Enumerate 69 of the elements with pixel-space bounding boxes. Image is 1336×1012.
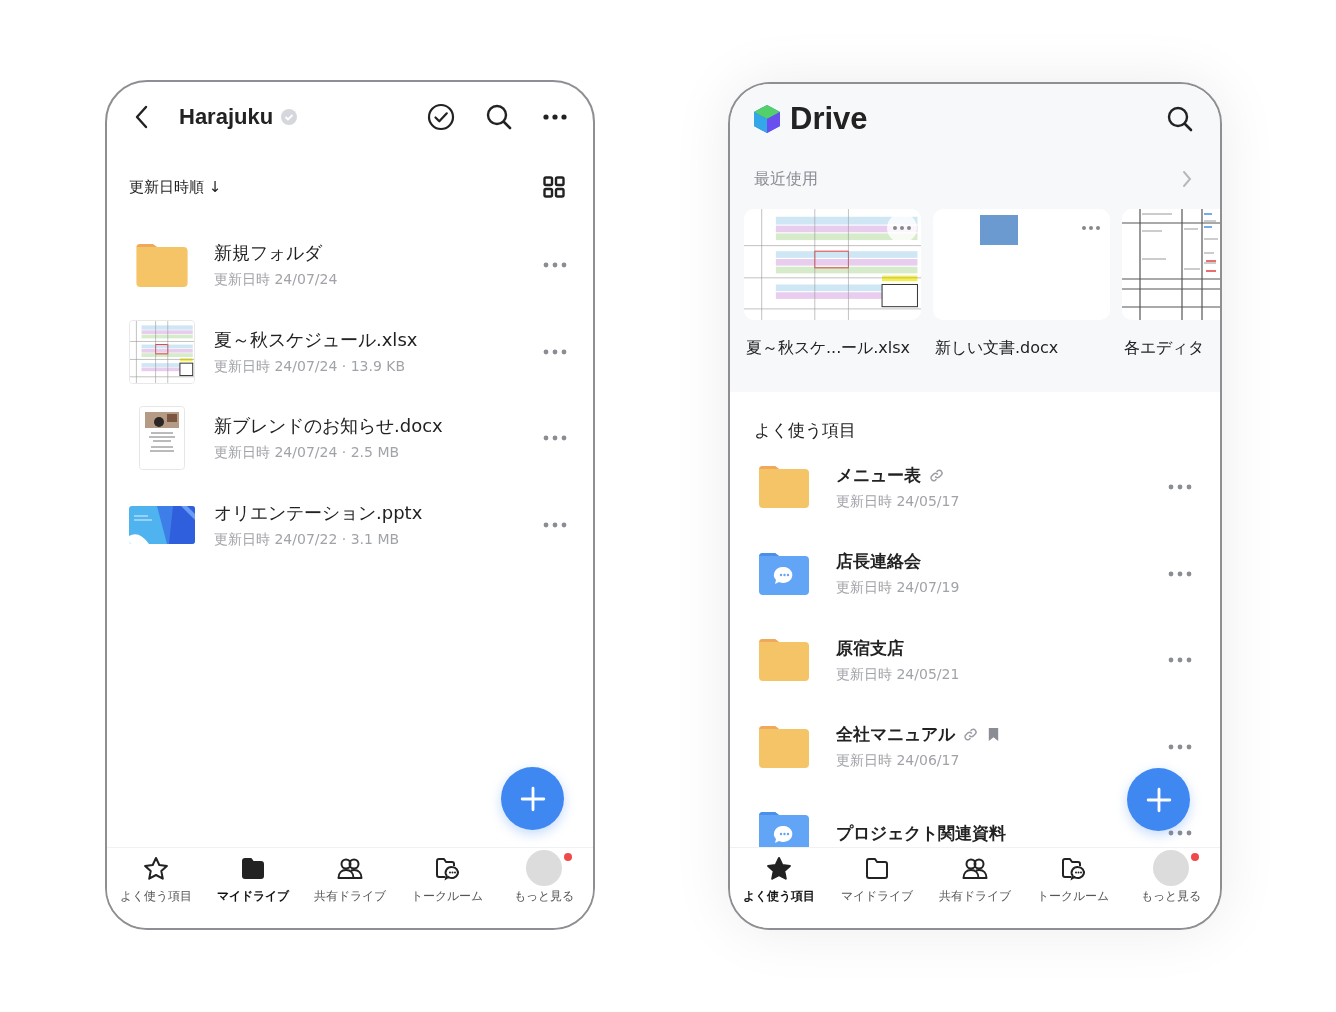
tab[interactable]: マイドライブ (204, 848, 302, 928)
section-heading: よく使う項目 (753, 419, 857, 442)
folder-name[interactable]: 店長連絡会 (836, 550, 921, 574)
folder-meta: 更新日時 24/05/17 (836, 492, 961, 511)
file-meta: 更新日時 24/07/24 · 2.5 MB (214, 444, 401, 463)
chat-folder-icon (434, 856, 461, 882)
tab[interactable]: 共有ドライブ (301, 848, 399, 928)
more-icon[interactable] (543, 114, 567, 120)
file-name[interactable]: 各エディタ (1122, 336, 1220, 360)
tab[interactable]: もっと見る (495, 848, 593, 928)
search-icon[interactable] (1166, 105, 1194, 133)
folder-icon (864, 856, 890, 882)
folder-name[interactable]: プロジェクト関連資料 (836, 821, 1006, 845)
add-button[interactable] (501, 767, 564, 830)
file-card[interactable] (933, 209, 1110, 320)
spreadsheet-thumbnail (130, 320, 194, 383)
file-name[interactable]: 夏～秋スケジュール.xlsx (214, 327, 543, 352)
star-icon (766, 856, 792, 882)
people-icon (962, 856, 988, 882)
file-card[interactable] (744, 209, 921, 320)
section-heading: 最近使用 (754, 168, 818, 190)
add-button[interactable] (1127, 768, 1190, 831)
tab[interactable]: もっと見る (1122, 848, 1220, 928)
search-icon[interactable] (485, 103, 513, 131)
folder-icon (759, 639, 809, 682)
chat-folder-icon (1060, 856, 1086, 882)
file-meta: 更新日時 24/07/24 · 13.9 KB (214, 357, 407, 376)
chevron-right-icon[interactable] (1182, 170, 1192, 188)
tab[interactable]: よく使う項目 (107, 848, 205, 928)
plus-icon (519, 785, 546, 812)
tab[interactable]: 共有ドライブ (926, 848, 1024, 928)
file-meta: 更新日時 24/07/24 (214, 271, 339, 290)
chat-folder-icon (759, 552, 809, 595)
folder-icon (239, 856, 266, 882)
document-thumbnail (139, 406, 185, 471)
folder-icon (759, 466, 809, 509)
back-icon[interactable] (135, 105, 149, 129)
sort-button[interactable]: 更新日時順 ↓ (129, 177, 222, 197)
file-name[interactable]: 新ブレンドのお知らせ.docx (214, 414, 543, 439)
folder-meta: 更新日時 24/05/21 (836, 665, 961, 684)
app-title: Drive (790, 101, 868, 137)
check-badge-icon (281, 109, 298, 125)
plus-icon (1145, 786, 1172, 813)
folder-name[interactable]: 全社マニュアル (836, 723, 955, 747)
file-name[interactable]: 夏～秋スケ...ール.xlsx (744, 336, 921, 360)
folder-icon (136, 243, 188, 287)
tab[interactable]: トークルーム (398, 848, 496, 928)
folder-name[interactable]: メニュー表 (836, 463, 921, 487)
tab[interactable]: よく使う項目 (730, 848, 828, 928)
folder-name[interactable]: 原宿支店 (836, 636, 904, 660)
star-icon (142, 856, 169, 882)
avatar (526, 850, 563, 886)
image-thumbnail (980, 215, 1018, 245)
people-icon (337, 856, 363, 882)
slides-thumbnail (129, 505, 195, 544)
file-name[interactable]: 新規フォルダ (214, 241, 543, 266)
cube-logo-icon (752, 104, 782, 134)
folder-meta: 更新日時 24/06/17 (836, 752, 961, 771)
grid-view-icon[interactable] (543, 176, 565, 198)
avatar (1153, 850, 1189, 886)
file-name[interactable]: オリエンテーション.pptx (214, 500, 543, 525)
tab[interactable]: トークルーム (1024, 848, 1122, 928)
folder-meta: 更新日時 24/07/19 (836, 579, 961, 598)
tab[interactable]: マイドライブ (828, 848, 926, 928)
file-name[interactable]: 新しい文書.docx (933, 336, 1110, 360)
folder-title: Harajuku (179, 104, 274, 130)
folder-icon (759, 725, 809, 768)
file-meta: 更新日時 24/07/22 · 3.1 MB (214, 530, 401, 549)
check-circle-icon[interactable] (427, 103, 455, 131)
